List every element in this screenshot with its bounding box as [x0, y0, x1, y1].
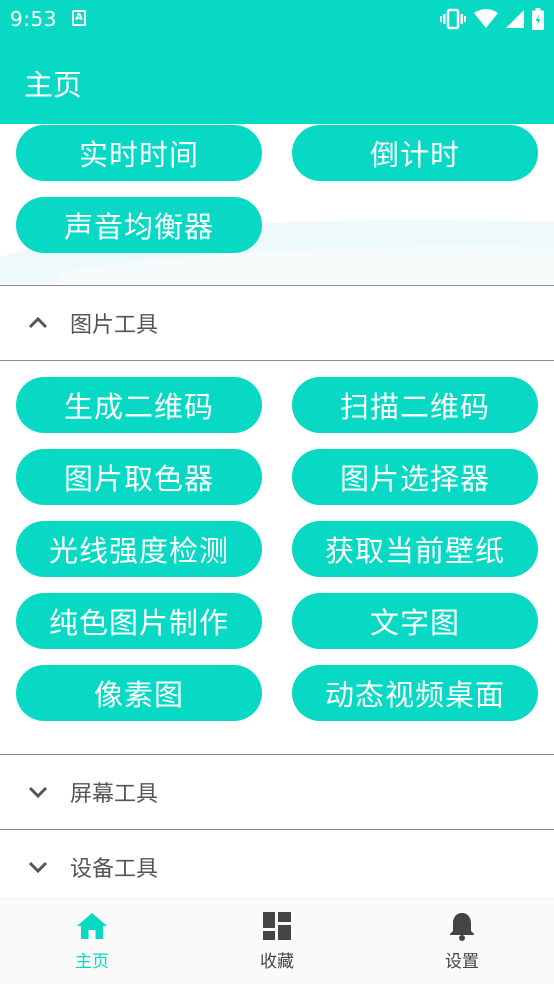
- nav-item-settings[interactable]: 设置: [402, 911, 522, 977]
- realtime-clock-button[interactable]: 实时时间: [16, 125, 262, 181]
- bell-icon: [450, 913, 474, 941]
- section-label: 图片工具: [70, 313, 159, 338]
- nav-label: 主页: [75, 952, 109, 972]
- section-header-image-tools[interactable]: 图片工具: [0, 286, 554, 360]
- divider: [0, 360, 554, 361]
- nav-label: 设置: [445, 952, 479, 972]
- nav-item-favorites[interactable]: 收藏: [217, 911, 337, 977]
- wifi-icon: [474, 9, 498, 28]
- signal-icon: [506, 10, 524, 28]
- get-wallpaper-button[interactable]: 获取当前壁纸: [292, 521, 538, 577]
- text-image-button[interactable]: 文字图: [292, 593, 538, 649]
- notification-a-icon: A: [72, 10, 86, 26]
- image-selector-button[interactable]: 图片选择器: [292, 449, 538, 505]
- chevron-down-icon: [28, 861, 48, 874]
- battery-icon: [532, 8, 544, 30]
- countdown-button[interactable]: 倒计时: [292, 125, 538, 181]
- home-icon: [77, 913, 107, 939]
- color-picker-button[interactable]: 图片取色器: [16, 449, 262, 505]
- scan-qr-button[interactable]: 扫描二维码: [292, 377, 538, 433]
- status-icons: [440, 8, 544, 30]
- sound-equalizer-button[interactable]: 声音均衡器: [16, 197, 262, 253]
- section-header-screen-tools[interactable]: 屏幕工具: [0, 755, 554, 829]
- vibrate-icon: [440, 8, 466, 30]
- nav-item-home[interactable]: 主页: [32, 911, 152, 977]
- chevron-down-icon: [28, 786, 48, 799]
- section-header-device-tools[interactable]: 设备工具: [0, 830, 554, 898]
- app-bar: 9:53 A 主页: [0, 0, 554, 124]
- status-time: 9:53: [10, 7, 57, 31]
- solid-color-image-button[interactable]: 纯色图片制作: [16, 593, 262, 649]
- image-tools-grid: 生成二维码 扫描二维码 图片取色器 图片选择器 光线强度检测 获取当前壁纸 纯色…: [16, 377, 539, 721]
- pixel-art-button[interactable]: 像素图: [16, 665, 262, 721]
- section-label: 屏幕工具: [70, 782, 159, 807]
- page-title: 主页: [24, 68, 83, 102]
- section-label: 设备工具: [70, 857, 159, 882]
- dashboard-icon: [263, 912, 291, 940]
- live-video-wallpaper-button[interactable]: 动态视频桌面: [292, 665, 538, 721]
- chevron-up-icon: [28, 316, 48, 329]
- light-intensity-button[interactable]: 光线强度检测: [16, 521, 262, 577]
- main-content[interactable]: 实时时间 倒计时 声音均衡器 图片工具 生成二维码 扫描二维码 图片取色器 图片…: [0, 124, 554, 898]
- status-bar: 9:53 A: [0, 0, 554, 40]
- generate-qr-button[interactable]: 生成二维码: [16, 377, 262, 433]
- bottom-navigation: 主页 收藏 设置: [0, 898, 554, 984]
- top-button-grid: 实时时间 倒计时 声音均衡器: [16, 125, 539, 253]
- nav-label: 收藏: [260, 952, 294, 972]
